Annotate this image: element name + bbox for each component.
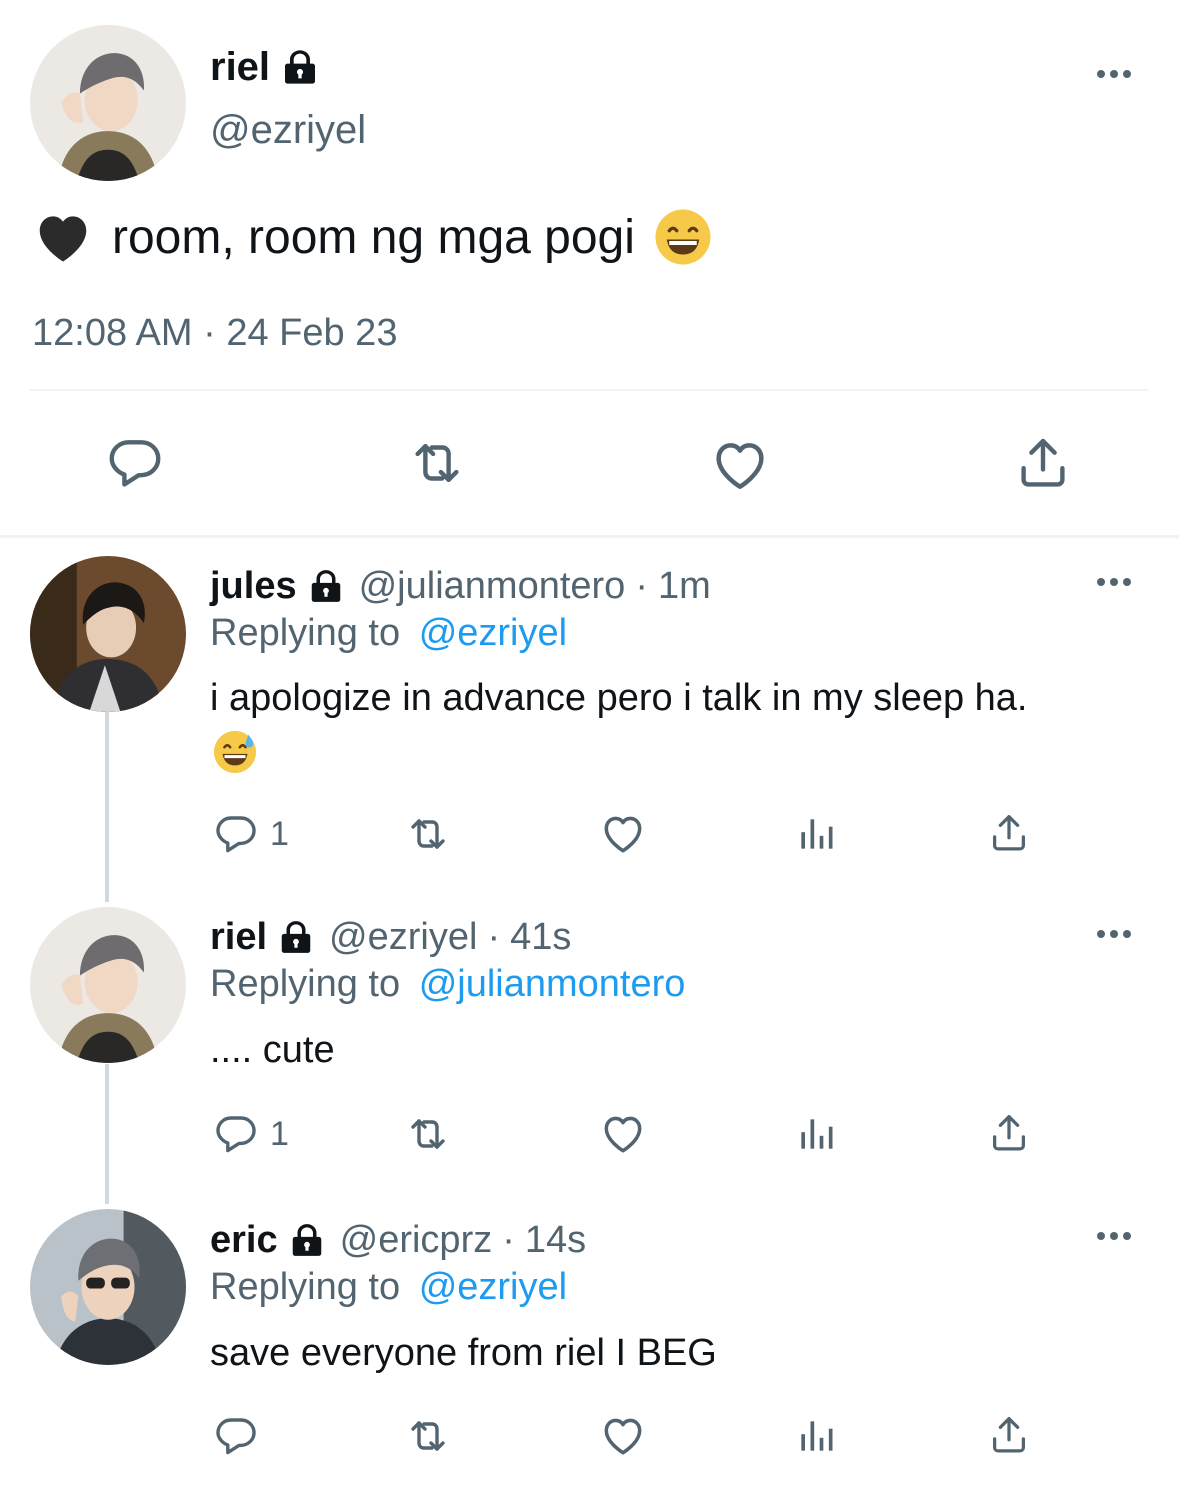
display-name[interactable]: eric <box>210 1219 278 1262</box>
like-icon <box>598 808 648 858</box>
display-name[interactable]: riel <box>210 45 270 90</box>
relative-time[interactable]: 41s <box>510 916 571 959</box>
share-button[interactable] <box>1012 432 1074 494</box>
like-button[interactable] <box>598 1410 648 1460</box>
more-options-icon[interactable] <box>1094 924 1134 944</box>
reply-button[interactable] <box>104 432 166 494</box>
handle[interactable]: @ericprz <box>340 1219 493 1262</box>
reply-text: i apologize in advance pero i talk in my… <box>210 677 1028 719</box>
dot-separator: · <box>487 915 501 958</box>
avatar[interactable] <box>30 556 186 712</box>
reply-header: riel @ezriyel · 41s <box>210 913 571 961</box>
lock-icon <box>280 47 320 87</box>
more-options-icon[interactable] <box>1094 64 1134 84</box>
relative-time[interactable]: 14s <box>525 1219 586 1262</box>
retweet-button[interactable] <box>404 1110 452 1158</box>
mention-link[interactable]: @ezriyel <box>419 612 567 654</box>
share-button[interactable] <box>986 1110 1032 1156</box>
section-separator <box>0 535 1179 538</box>
replying-to: Replying to @ezriyel <box>210 612 567 655</box>
handle[interactable]: @ezriyel <box>210 108 366 153</box>
tweet-body: room, room ng mga pogi <box>32 205 713 269</box>
reply-icon <box>104 432 166 494</box>
reply-button[interactable]: 1 <box>212 810 289 858</box>
share-icon <box>1012 432 1074 494</box>
avatar[interactable] <box>30 1209 186 1365</box>
lock-icon <box>307 567 345 605</box>
reply-header: jules @julianmontero · 1m <box>210 562 711 610</box>
reply-icon <box>212 1412 260 1460</box>
black-heart-emoji <box>39 216 87 262</box>
dot-separator: · <box>502 1218 515 1261</box>
reply-count: 1 <box>270 1114 289 1153</box>
lock-icon <box>288 1221 326 1259</box>
thread-line <box>105 712 109 902</box>
display-name[interactable]: jules <box>210 565 297 608</box>
like-icon <box>708 432 772 496</box>
grinning-sweat-emoji <box>213 730 257 774</box>
handle[interactable]: @julianmontero <box>359 565 626 608</box>
replying-prefix: Replying to <box>210 963 401 1005</box>
stats-icon <box>794 812 838 856</box>
like-button[interactable] <box>598 808 648 858</box>
share-icon <box>986 810 1032 856</box>
views-button[interactable] <box>794 1112 838 1156</box>
reply-header: eric @ericprz · 14s <box>210 1216 586 1264</box>
lock-icon <box>277 918 315 956</box>
grinning-face-emoji <box>655 209 711 265</box>
share-icon <box>986 1110 1032 1156</box>
reply-button[interactable] <box>212 1412 270 1460</box>
reply-text: save everyone from riel I BEG <box>210 1332 717 1374</box>
mention-link[interactable]: @ezriyel <box>419 1266 567 1308</box>
thread-line <box>105 1064 109 1204</box>
avatar-main[interactable] <box>30 25 186 181</box>
replying-prefix: Replying to <box>210 1266 401 1308</box>
views-button[interactable] <box>794 1414 838 1458</box>
more-options-icon[interactable] <box>1094 572 1134 592</box>
reply-count: 1 <box>270 814 289 853</box>
views-button[interactable] <box>794 812 838 856</box>
relative-time[interactable]: 1m <box>658 565 711 608</box>
main-author[interactable]: riel <box>210 42 320 92</box>
retweet-button[interactable] <box>406 432 468 494</box>
like-icon <box>598 1410 648 1460</box>
handle[interactable]: @ezriyel <box>329 916 477 959</box>
like-button[interactable] <box>708 432 772 496</box>
reply-icon <box>212 810 260 858</box>
reply-button[interactable]: 1 <box>212 1110 289 1158</box>
retweet-icon <box>404 810 452 858</box>
share-icon <box>986 1412 1032 1458</box>
reply-text: .... cute <box>210 1029 335 1071</box>
retweet-button[interactable] <box>404 810 452 858</box>
reply-icon <box>212 1110 260 1158</box>
more-options-icon[interactable] <box>1094 1226 1134 1246</box>
tweet-text: room, room ng mga pogi <box>112 210 635 264</box>
avatar[interactable] <box>30 907 186 1063</box>
share-button[interactable] <box>986 1412 1032 1458</box>
like-icon <box>598 1108 648 1158</box>
mention-link[interactable]: @julianmontero <box>419 963 686 1005</box>
retweet-icon <box>404 1412 452 1460</box>
divider <box>30 389 1148 391</box>
replying-prefix: Replying to <box>210 612 401 654</box>
stats-icon <box>794 1414 838 1458</box>
replying-to: Replying to @julianmontero <box>210 963 685 1006</box>
retweet-icon <box>404 1110 452 1158</box>
stats-icon <box>794 1112 838 1156</box>
retweet-button[interactable] <box>404 1412 452 1460</box>
share-button[interactable] <box>986 810 1032 856</box>
retweet-icon <box>406 432 468 494</box>
replying-to: Replying to @ezriyel <box>210 1266 567 1309</box>
display-name[interactable]: riel <box>210 916 267 959</box>
dot-separator: · <box>635 564 648 607</box>
like-button[interactable] <box>598 1108 648 1158</box>
timestamp[interactable]: 12:08 AM · 24 Feb 23 <box>32 312 397 355</box>
